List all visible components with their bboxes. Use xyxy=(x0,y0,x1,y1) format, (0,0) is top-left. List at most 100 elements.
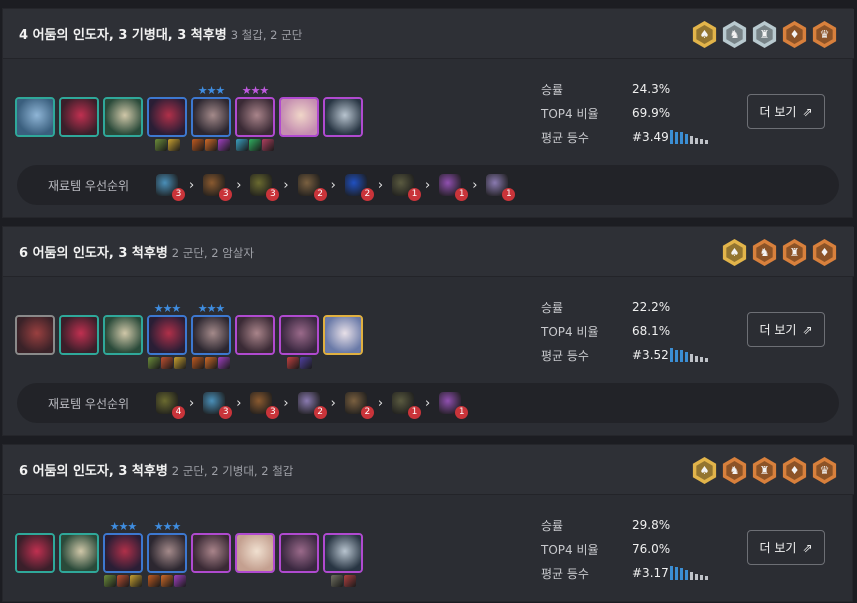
champion-unit[interactable]: ★★★ xyxy=(147,521,187,587)
champion-portrait[interactable] xyxy=(59,97,99,137)
champion-portrait[interactable] xyxy=(15,533,55,573)
trait-icon[interactable]: ♞ xyxy=(752,239,777,266)
champion-unit[interactable] xyxy=(59,85,99,151)
champion-unit[interactable]: ★★★ xyxy=(103,521,143,587)
trait-icon[interactable]: ♠ xyxy=(692,457,717,484)
item-icon[interactable] xyxy=(299,357,312,369)
champion-unit[interactable] xyxy=(235,303,275,369)
item-icon[interactable] xyxy=(192,357,204,369)
more-button[interactable]: 더 보기 ⇗ xyxy=(747,312,825,347)
champion-unit[interactable] xyxy=(15,303,55,369)
champion-unit[interactable]: ★★★ xyxy=(147,303,187,369)
champion-portrait[interactable] xyxy=(15,97,55,137)
trait-icon[interactable]: ♞ xyxy=(722,457,747,484)
champion-portrait[interactable] xyxy=(15,315,55,355)
champion-portrait[interactable] xyxy=(235,97,275,137)
champion-unit[interactable] xyxy=(235,521,275,587)
item-icon[interactable] xyxy=(154,139,167,151)
item-icon[interactable] xyxy=(117,575,129,587)
champion-unit[interactable]: ★★★ xyxy=(191,85,231,151)
champion-portrait[interactable] xyxy=(235,533,275,573)
champion-portrait[interactable] xyxy=(147,315,187,355)
champion-portrait[interactable] xyxy=(323,533,363,573)
champion-portrait[interactable] xyxy=(191,97,231,137)
champion-portrait[interactable] xyxy=(279,315,319,355)
component-item-icon[interactable]: 2 xyxy=(297,392,327,419)
champion-unit[interactable] xyxy=(15,521,55,587)
champion-unit[interactable] xyxy=(279,521,319,587)
item-icon[interactable] xyxy=(218,139,230,151)
champion-portrait[interactable] xyxy=(323,97,363,137)
champion-portrait[interactable] xyxy=(235,315,275,355)
champion-unit[interactable] xyxy=(103,85,143,151)
more-button[interactable]: 더 보기 ⇗ xyxy=(747,94,825,129)
trait-icon[interactable]: ♜ xyxy=(782,239,807,266)
champion-unit[interactable] xyxy=(323,85,363,151)
champion-unit[interactable] xyxy=(323,303,363,369)
component-item-icon[interactable]: 1 xyxy=(439,392,469,419)
champion-portrait[interactable] xyxy=(103,97,143,137)
component-item-icon[interactable]: 1 xyxy=(392,174,422,201)
champion-portrait[interactable] xyxy=(59,533,99,573)
trait-icon[interactable]: ♜ xyxy=(752,457,777,484)
champion-portrait[interactable] xyxy=(103,315,143,355)
component-item-icon[interactable]: 2 xyxy=(297,174,327,201)
trait-icon[interactable]: ♦ xyxy=(812,239,837,266)
component-item-icon[interactable]: 2 xyxy=(344,174,374,201)
champion-unit[interactable] xyxy=(59,521,99,587)
item-icon[interactable] xyxy=(286,357,299,369)
champion-unit[interactable] xyxy=(279,85,319,151)
trait-icon[interactable]: ♞ xyxy=(722,21,747,48)
champion-unit[interactable]: ★★★ xyxy=(235,85,275,151)
item-icon[interactable] xyxy=(148,357,160,369)
champion-unit[interactable] xyxy=(59,303,99,369)
item-icon[interactable] xyxy=(174,575,186,587)
component-item-icon[interactable]: 3 xyxy=(203,392,233,419)
champion-portrait[interactable] xyxy=(147,533,187,573)
champion-unit[interactable] xyxy=(147,85,187,151)
component-item-icon[interactable]: 3 xyxy=(250,174,280,201)
component-item-icon[interactable]: 1 xyxy=(392,392,422,419)
item-icon[interactable] xyxy=(192,139,204,151)
champion-portrait[interactable] xyxy=(103,533,143,573)
item-icon[interactable] xyxy=(174,357,186,369)
trait-icon[interactable]: ♜ xyxy=(752,21,777,48)
trait-icon[interactable]: ♛ xyxy=(812,457,837,484)
champion-portrait[interactable] xyxy=(279,533,319,573)
component-item-icon[interactable]: 2 xyxy=(344,392,374,419)
trait-icon[interactable]: ♠ xyxy=(692,21,717,48)
champion-unit[interactable]: ★★★ xyxy=(191,303,231,369)
item-icon[interactable] xyxy=(343,575,356,587)
item-icon[interactable] xyxy=(130,575,142,587)
item-icon[interactable] xyxy=(330,575,343,587)
component-item-icon[interactable]: 3 xyxy=(250,392,280,419)
champion-portrait[interactable] xyxy=(323,315,363,355)
component-item-icon[interactable]: 3 xyxy=(203,174,233,201)
champion-unit[interactable] xyxy=(191,521,231,587)
item-icon[interactable] xyxy=(104,575,116,587)
component-item-icon[interactable]: 1 xyxy=(486,174,516,201)
trait-icon[interactable]: ♦ xyxy=(782,457,807,484)
champion-unit[interactable] xyxy=(103,303,143,369)
champion-unit[interactable] xyxy=(323,521,363,587)
champion-portrait[interactable] xyxy=(191,315,231,355)
champion-portrait[interactable] xyxy=(59,315,99,355)
item-icon[interactable] xyxy=(205,139,217,151)
item-icon[interactable] xyxy=(148,575,160,587)
component-item-icon[interactable]: 3 xyxy=(156,174,185,201)
item-icon[interactable] xyxy=(161,357,173,369)
item-icon[interactable] xyxy=(262,139,274,151)
component-item-icon[interactable]: 4 xyxy=(156,392,185,419)
component-item-icon[interactable]: 1 xyxy=(439,174,469,201)
champion-portrait[interactable] xyxy=(279,97,319,137)
item-icon[interactable] xyxy=(249,139,261,151)
champion-portrait[interactable] xyxy=(147,97,187,137)
item-icon[interactable] xyxy=(167,139,180,151)
trait-icon[interactable]: ♛ xyxy=(812,21,837,48)
item-icon[interactable] xyxy=(161,575,173,587)
champion-unit[interactable] xyxy=(15,85,55,151)
item-icon[interactable] xyxy=(236,139,248,151)
trait-icon[interactable]: ♦ xyxy=(782,21,807,48)
item-icon[interactable] xyxy=(205,357,217,369)
more-button[interactable]: 더 보기 ⇗ xyxy=(747,530,825,565)
